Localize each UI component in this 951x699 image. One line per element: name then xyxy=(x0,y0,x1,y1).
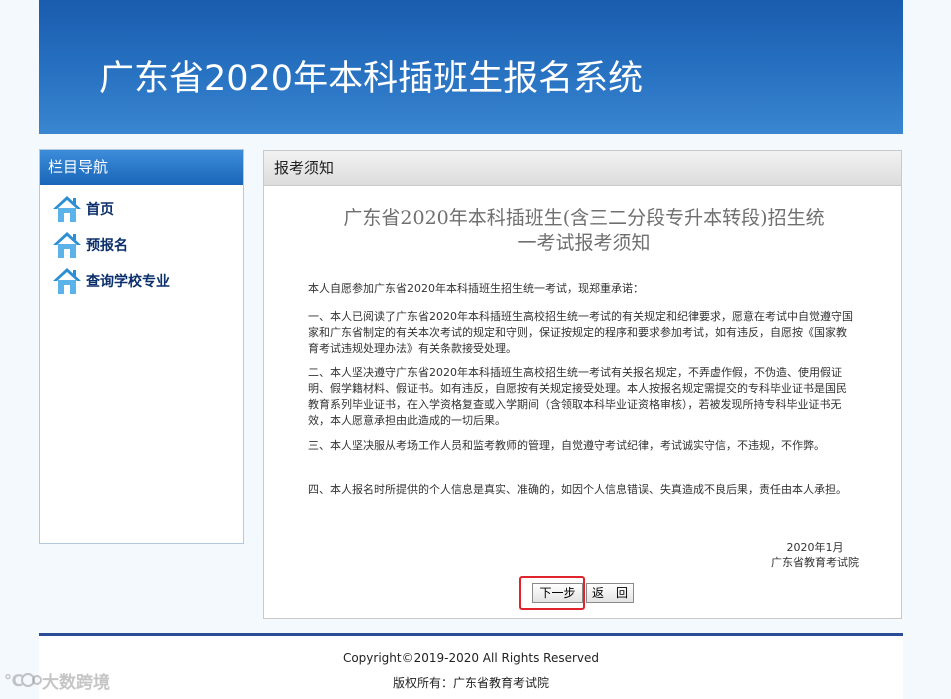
back-button[interactable]: 返 回 xyxy=(586,583,634,603)
signature-block: 2020年1月 广东省教育考试院 xyxy=(771,540,859,570)
notice-title-line: 广东省2020年本科插班生(含三二分段专升本转段)招生统 xyxy=(343,207,825,229)
notice-paragraph: 本人自愿参加广东省2020年本科插班生招生统一考试，现郑重承诺： xyxy=(308,282,644,295)
svg-text:℃: ℃ xyxy=(4,671,23,690)
home-icon xyxy=(53,196,81,222)
highlight-box xyxy=(519,576,585,610)
owner-text: 版权所有：广东省教育考试院 xyxy=(392,676,549,690)
signature-org: 广东省教育考试院 xyxy=(771,556,859,569)
site-title: 广东省2020年本科插班生报名系统 xyxy=(99,59,644,99)
notice-paragraph: 一、本人已阅读了广东省2020年本科插班生高校招生统一考试的有关规定和纪律要求，… xyxy=(308,310,853,355)
notice-panel: 报考须知 广东省2020年本科插班生(含三二分段专升本转段)招生统 一考试报考须… xyxy=(263,150,902,619)
footer: Copyright©2019-2020 All Rights Reserved … xyxy=(39,636,903,699)
signature-date: 2020年1月 xyxy=(786,541,844,554)
notice-paragraph: 三、本人坚决服从考场工作人员和监考教师的管理，自觉遵守考试纪律，考试诚实守信，不… xyxy=(308,439,825,452)
home-icon xyxy=(53,232,81,258)
watermark: ℃ 大数跨境 xyxy=(4,668,110,693)
sidebar: 栏目导航 首页 预报名 查询学校专业 xyxy=(39,149,244,544)
sidebar-item-label: 预报名 xyxy=(86,238,128,254)
watermark-text: 大数跨境 xyxy=(42,672,110,693)
notice-paragraph: 四、本人报名时所提供的个人信息是真实、准确的，如因个人信息错误、失真造成不良后果… xyxy=(308,483,847,496)
notice-title: 广东省2020年本科插班生(含三二分段专升本转段)招生统 一考试报考须知 xyxy=(294,206,874,256)
sidebar-item-label: 查询学校专业 xyxy=(86,274,170,290)
copyright-text: Copyright©2019-2020 All Rights Reserved xyxy=(342,651,600,665)
sidebar-item-label: 首页 xyxy=(86,202,114,218)
panel-title: 报考须知 xyxy=(264,151,901,186)
sidebar-item-home[interactable]: 首页 xyxy=(52,194,114,224)
sidebar-item-query-majors[interactable]: 查询学校专业 xyxy=(52,266,170,296)
header-banner: 广东省2020年本科插班生报名系统 xyxy=(39,0,903,134)
notice-title-line: 一考试报考须知 xyxy=(517,232,651,254)
home-icon xyxy=(53,268,81,294)
notice-paragraph: 二、本人坚决遵守广东省2020年本科插班生高校招生统一考试有关报名规定，不弄虚作… xyxy=(308,366,847,427)
watermark-logo-icon: ℃ xyxy=(4,671,42,690)
sidebar-item-pre-registration[interactable]: 预报名 xyxy=(52,230,128,260)
sidebar-header: 栏目导航 xyxy=(40,150,243,185)
